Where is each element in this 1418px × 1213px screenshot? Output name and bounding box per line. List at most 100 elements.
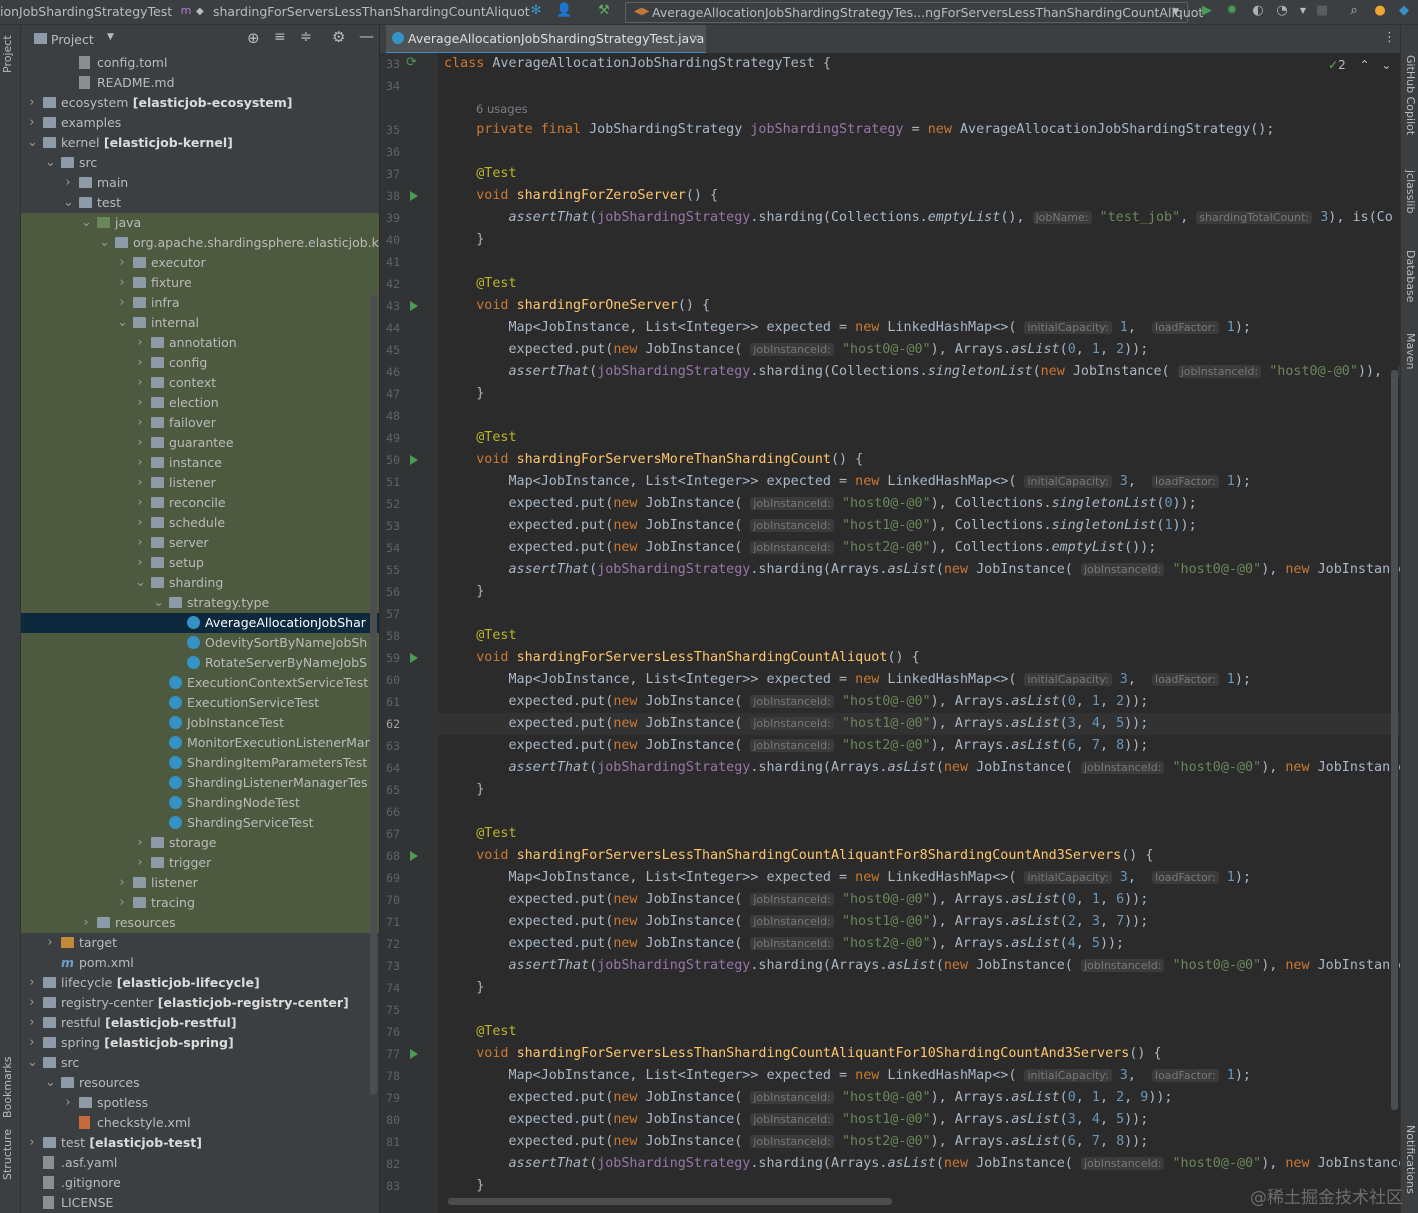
chevron-right-icon[interactable]: › bbox=[117, 273, 127, 293]
run-test-icon[interactable] bbox=[410, 653, 418, 663]
chevron-down-icon[interactable]: ⌄ bbox=[45, 153, 56, 173]
tree-item[interactable]: › fixture bbox=[21, 273, 379, 293]
tree-item[interactable]: LICENSE bbox=[21, 1193, 379, 1213]
tree-item[interactable]: › test [elasticjob-test] bbox=[21, 1133, 379, 1153]
chevron-right-icon[interactable]: › bbox=[135, 473, 145, 493]
tree-item[interactable]: › main bbox=[21, 173, 379, 193]
run-test-icon[interactable] bbox=[410, 455, 418, 465]
tree-item[interactable]: › election bbox=[21, 393, 379, 413]
chevron-down-icon[interactable]: ▼ bbox=[1295, 3, 1311, 19]
tree-item[interactable]: › tracing bbox=[21, 893, 379, 913]
chevron-right-icon[interactable]: › bbox=[135, 513, 145, 533]
tree-item[interactable]: › instance bbox=[21, 453, 379, 473]
tree-item[interactable]: config.toml bbox=[21, 53, 379, 73]
chevron-right-icon[interactable]: › bbox=[135, 373, 145, 393]
profile-icon[interactable]: ◔ bbox=[1274, 3, 1290, 19]
tree-item[interactable]: .gitignore bbox=[21, 1173, 379, 1193]
tree-item[interactable]: › listener bbox=[21, 473, 379, 493]
run-test-icon[interactable] bbox=[410, 851, 418, 861]
close-icon[interactable]: × bbox=[690, 30, 700, 45]
chevron-down-icon[interactable]: ⌄ bbox=[45, 1073, 56, 1093]
locate-icon[interactable]: ⊕ bbox=[247, 29, 260, 47]
chevron-up-icon[interactable]: ⌃ bbox=[1360, 58, 1370, 72]
chevron-right-icon[interactable]: › bbox=[135, 413, 145, 433]
chevron-right-icon[interactable]: › bbox=[135, 553, 145, 573]
tree-item[interactable]: RotateServerByNameJobS bbox=[21, 653, 379, 673]
chevron-down-icon[interactable]: ⌄ bbox=[27, 133, 38, 153]
chevron-right-icon[interactable]: › bbox=[117, 893, 127, 913]
tree-item[interactable]: › server bbox=[21, 533, 379, 553]
chevron-right-icon[interactable]: › bbox=[117, 873, 127, 893]
run-test-icon[interactable] bbox=[410, 301, 418, 311]
chevron-down-icon[interactable]: ⌄ bbox=[135, 573, 146, 593]
chevron-down-icon[interactable]: ▼ bbox=[107, 32, 114, 42]
tree-item[interactable]: › lifecycle [elasticjob-lifecycle] bbox=[21, 973, 379, 993]
chevron-right-icon[interactable]: › bbox=[27, 993, 37, 1013]
editor-vertical-scrollbar[interactable] bbox=[1391, 370, 1398, 1110]
tree-item[interactable]: › executor bbox=[21, 253, 379, 273]
tree-item[interactable]: m pom.xml bbox=[21, 953, 379, 973]
tree-item[interactable]: .asf.yaml bbox=[21, 1153, 379, 1173]
tree-item[interactable]: ⌄ internal bbox=[21, 313, 379, 333]
chevron-right-icon[interactable]: › bbox=[135, 393, 145, 413]
tree-item[interactable]: › listener bbox=[21, 873, 379, 893]
tree-item[interactable]: ShardingListenerManagerTes bbox=[21, 773, 379, 793]
tree-item[interactable]: ExecutionContextServiceTest bbox=[21, 673, 379, 693]
tree-item[interactable]: ⌄ src bbox=[21, 153, 379, 173]
minimize-icon[interactable]: — bbox=[359, 27, 374, 45]
tree-item[interactable]: README.md bbox=[21, 73, 379, 93]
chevron-right-icon[interactable]: › bbox=[135, 453, 145, 473]
chevron-right-icon[interactable]: › bbox=[117, 253, 127, 273]
more-icon[interactable]: ⋮ bbox=[1383, 30, 1396, 45]
stop-icon[interactable]: ■ bbox=[1314, 3, 1330, 19]
run-test-icon[interactable] bbox=[410, 191, 418, 201]
tree-item[interactable]: › spotless bbox=[21, 1093, 379, 1113]
tree-item[interactable]: › guarantee bbox=[21, 433, 379, 453]
code-editor[interactable]: class AverageAllocationJobShardingStrate… bbox=[438, 53, 1400, 1213]
update-icon[interactable]: ● bbox=[1372, 3, 1388, 19]
chevron-down-icon[interactable]: ⌄ bbox=[1381, 58, 1391, 72]
chevron-down-icon[interactable]: ⌄ bbox=[81, 213, 92, 233]
tree-item[interactable]: ShardingServiceTest bbox=[21, 813, 379, 833]
chevron-right-icon[interactable]: › bbox=[135, 433, 145, 453]
chevron-right-icon[interactable]: › bbox=[81, 913, 91, 933]
run-icon[interactable]: ▶ bbox=[1199, 3, 1215, 19]
tree-item[interactable]: OdevitySortByNameJobSh bbox=[21, 633, 379, 653]
tree-item[interactable]: ⌄ java bbox=[21, 213, 379, 233]
project-tool-tab[interactable]: Project bbox=[1, 35, 14, 73]
run-test-icon[interactable] bbox=[410, 1049, 418, 1059]
chevron-right-icon[interactable]: › bbox=[27, 113, 37, 133]
chevron-down-icon[interactable]: ⌄ bbox=[63, 193, 74, 213]
tree-item[interactable]: › context bbox=[21, 373, 379, 393]
tree-item[interactable]: ⌄ src bbox=[21, 1053, 379, 1073]
tree-item[interactable]: › resources bbox=[21, 913, 379, 933]
tree-item[interactable]: ShardingItemParametersTest bbox=[21, 753, 379, 773]
collapse-all-icon[interactable]: ≑ bbox=[300, 29, 312, 45]
structure-tool-tab[interactable]: Structure bbox=[1, 1129, 14, 1180]
tree-item[interactable]: › trigger bbox=[21, 853, 379, 873]
sync-icon[interactable]: ✻ bbox=[528, 3, 544, 19]
jclasslib-tool-tab[interactable]: jclasslib bbox=[1404, 170, 1417, 213]
tree-item[interactable]: › target bbox=[21, 933, 379, 953]
chevron-right-icon[interactable]: › bbox=[27, 1013, 37, 1033]
build-hammer-icon[interactable]: ⚒ bbox=[596, 3, 612, 19]
tree-item[interactable]: JobInstanceTest bbox=[21, 713, 379, 733]
ide-icon[interactable]: ◆ bbox=[1396, 3, 1412, 19]
chevron-right-icon[interactable]: › bbox=[45, 933, 55, 953]
chevron-right-icon[interactable]: › bbox=[135, 533, 145, 553]
tree-item[interactable]: ⌄ test bbox=[21, 193, 379, 213]
tree-item[interactable]: checkstyle.xml bbox=[21, 1113, 379, 1133]
tree-item[interactable]: › failover bbox=[21, 413, 379, 433]
chevron-right-icon[interactable]: › bbox=[135, 833, 145, 853]
inspection-widget[interactable]: ✓2 ⌃ ⌄ bbox=[1328, 58, 1391, 72]
tree-item[interactable]: › registry-center [elasticjob-registry-ce… bbox=[21, 993, 379, 1013]
notifications-tool-tab[interactable]: Notifications bbox=[1404, 1125, 1417, 1194]
coverage-icon[interactable]: ◐ bbox=[1250, 3, 1266, 19]
chevron-right-icon[interactable]: › bbox=[135, 493, 145, 513]
run-configuration-select[interactable]: ◀▶ AverageAllocationJobShardingStrategyT… bbox=[625, 2, 1203, 23]
project-panel-title[interactable]: Project bbox=[51, 32, 94, 47]
chevron-right-icon[interactable]: › bbox=[117, 293, 127, 313]
tree-item[interactable]: › schedule bbox=[21, 513, 379, 533]
tree-item[interactable]: › restful [elasticjob-restful] bbox=[21, 1013, 379, 1033]
database-tool-tab[interactable]: Database bbox=[1404, 250, 1417, 303]
